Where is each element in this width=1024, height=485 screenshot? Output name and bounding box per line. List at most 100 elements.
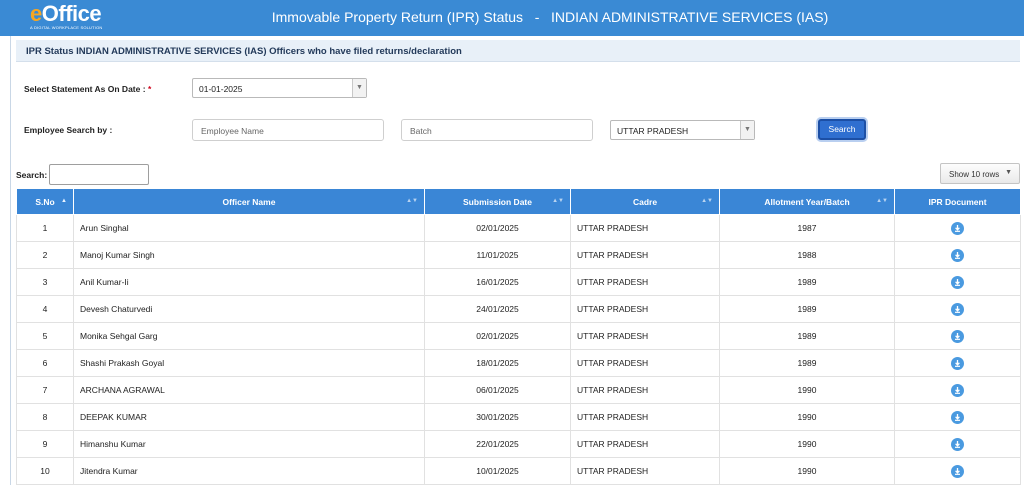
table-row: 5 Monika Sehgal Garg 02/01/2025 UTTAR PRADE… xyxy=(16,322,1021,350)
col-header-label: Officer Name xyxy=(222,196,276,207)
chevron-down-icon: ▼ xyxy=(352,79,366,97)
cell-officer-name: Devesh Chaturvedi xyxy=(73,295,425,323)
download-icon[interactable] xyxy=(951,248,964,262)
search-button[interactable]: Search xyxy=(818,119,866,140)
cell-sno: 5 xyxy=(16,322,74,350)
cell-submission-date: 16/01/2025 xyxy=(424,268,571,296)
cell-officer-name: Anil Kumar-Ii xyxy=(73,268,425,296)
cell-cadre: UTTAR PRADESH xyxy=(570,376,720,404)
cell-submission-date: 22/01/2025 xyxy=(424,430,571,458)
cell-cadre: UTTAR PRADESH xyxy=(570,403,720,431)
cell-cadre: UTTAR PRADESH xyxy=(570,268,720,296)
cell-officer-name: Shashi Prakash Goyal xyxy=(73,349,425,377)
col-header-label: Submission Date xyxy=(463,196,532,207)
cell-sno: 7 xyxy=(16,376,74,404)
table-row: 9 Himanshu Kumar 22/01/2025 UTTAR PRADESH 19… xyxy=(16,430,1021,458)
cell-cadre: UTTAR PRADESH xyxy=(570,295,720,323)
download-icon[interactable] xyxy=(951,356,964,370)
download-icon[interactable] xyxy=(951,383,964,397)
cell-officer-name: Himanshu Kumar xyxy=(73,430,425,458)
col-header-sno[interactable]: S.No ▲ xyxy=(16,188,74,215)
download-icon[interactable] xyxy=(951,302,964,316)
cadre-select[interactable]: UTTAR PRADESH ▼ xyxy=(610,120,755,140)
cell-submission-date: 02/01/2025 xyxy=(424,214,571,242)
download-icon[interactable] xyxy=(951,464,964,478)
cell-ipr-document xyxy=(894,430,1021,458)
cell-sno: 1 xyxy=(16,214,74,242)
chevron-down-icon: ▼ xyxy=(740,121,754,139)
col-header-label: Allotment Year/Batch xyxy=(764,196,850,207)
cell-allotment-year: 1989 xyxy=(719,349,895,377)
sort-icon: ▲▼ xyxy=(406,198,418,204)
col-header-cadre[interactable]: Cadre ▲▼ xyxy=(570,188,720,215)
statement-date-label: Select Statement As On Date : * xyxy=(24,84,151,94)
cell-allotment-year: 1990 xyxy=(719,376,895,404)
col-header-label: IPR Document xyxy=(928,196,987,207)
statement-date-select[interactable]: 01-01-2025 ▼ xyxy=(192,78,367,98)
cell-cadre: UTTAR PRADESH xyxy=(570,214,720,242)
cell-submission-date: 18/01/2025 xyxy=(424,349,571,377)
cell-sno: 9 xyxy=(16,430,74,458)
sort-icon: ▲▼ xyxy=(552,198,564,204)
col-header-officer-name[interactable]: Officer Name ▲▼ xyxy=(73,188,425,215)
sort-icon: ▲▼ xyxy=(701,198,713,204)
app-header: eOffice A DIGITAL WORKPLACE SOLUTION Imm… xyxy=(0,0,1024,36)
show-rows-label: Show 10 rows xyxy=(949,170,1000,179)
cell-sno: 3 xyxy=(16,268,74,296)
table-row: 8 DEEPAK KUMAR 30/01/2025 UTTAR PRADESH 1990 xyxy=(16,403,1021,431)
caret-down-icon: ▼ xyxy=(1005,169,1012,176)
cell-allotment-year: 1987 xyxy=(719,214,895,242)
cell-ipr-document xyxy=(894,322,1021,350)
table-row: 2 Manoj Kumar Singh 11/01/2025 UTTAR PRADES… xyxy=(16,241,1021,269)
cell-allotment-year: 1990 xyxy=(719,403,895,431)
col-header-label: S.No xyxy=(35,196,55,207)
table-row: 4 Devesh Chaturvedi 24/01/2025 UTTAR PRADES… xyxy=(16,295,1021,323)
download-icon[interactable] xyxy=(951,329,964,343)
cell-ipr-document xyxy=(894,268,1021,296)
cell-allotment-year: 1989 xyxy=(719,295,895,323)
sort-icon: ▲▼ xyxy=(876,198,888,204)
cell-sno: 10 xyxy=(16,457,74,485)
cell-ipr-document xyxy=(894,295,1021,323)
cell-officer-name: Arun Singhal xyxy=(73,214,425,242)
employee-name-input[interactable]: Employee Name xyxy=(192,119,384,141)
cell-ipr-document xyxy=(894,403,1021,431)
col-header-label: Cadre xyxy=(632,196,658,207)
cell-officer-name: Manoj Kumar Singh xyxy=(73,241,425,269)
download-icon[interactable] xyxy=(951,221,964,235)
statement-date-value: 01-01-2025 xyxy=(199,84,243,94)
table-row: 7 ARCHANA AGRAWAL 06/01/2025 UTTAR PRADESH 1… xyxy=(16,376,1021,404)
cell-cadre: UTTAR PRADESH xyxy=(570,241,720,269)
cell-cadre: UTTAR PRADESH xyxy=(570,457,720,485)
ipr-status-table: S.No ▲ Officer Name ▲▼ Submission Date ▲▼ C… xyxy=(16,188,1021,485)
col-header-allotment-year[interactable]: Allotment Year/Batch ▲▼ xyxy=(719,188,895,215)
cell-sno: 4 xyxy=(16,295,74,323)
cell-submission-date: 11/01/2025 xyxy=(424,241,571,269)
col-header-submission-date[interactable]: Submission Date ▲▼ xyxy=(424,188,571,215)
batch-input[interactable]: Batch xyxy=(401,119,593,141)
cell-allotment-year: 1989 xyxy=(719,322,895,350)
download-icon[interactable] xyxy=(951,437,964,451)
cell-submission-date: 10/01/2025 xyxy=(424,457,571,485)
logo-tagline: A DIGITAL WORKPLACE SOLUTION xyxy=(30,25,103,30)
table-row: 1 Arun Singhal 02/01/2025 UTTAR PRADESH 1987 xyxy=(16,214,1021,242)
table-row: 6 Shashi Prakash Goyal 18/01/2025 UTTAR PRA… xyxy=(16,349,1021,377)
section-heading: IPR Status INDIAN ADMINISTRATIVE SERVICE… xyxy=(16,40,1020,62)
cell-ipr-document xyxy=(894,241,1021,269)
cell-allotment-year: 1989 xyxy=(719,268,895,296)
cell-ipr-document xyxy=(894,457,1021,485)
cell-allotment-year: 1988 xyxy=(719,241,895,269)
cell-sno: 6 xyxy=(16,349,74,377)
show-rows-dropdown[interactable]: Show 10 rows ▼ xyxy=(940,163,1020,184)
download-icon[interactable] xyxy=(951,410,964,424)
cell-officer-name: DEEPAK KUMAR xyxy=(73,403,425,431)
cell-officer-name: Jitendra Kumar xyxy=(73,457,425,485)
table-search-input[interactable] xyxy=(49,164,149,185)
cell-cadre: UTTAR PRADESH xyxy=(570,430,720,458)
cell-ipr-document xyxy=(894,376,1021,404)
statement-date-label-text: Select Statement As On Date : xyxy=(24,84,146,94)
cell-submission-date: 24/01/2025 xyxy=(424,295,571,323)
cell-sno: 2 xyxy=(16,241,74,269)
download-icon[interactable] xyxy=(951,275,964,289)
cell-officer-name: ARCHANA AGRAWAL xyxy=(73,376,425,404)
